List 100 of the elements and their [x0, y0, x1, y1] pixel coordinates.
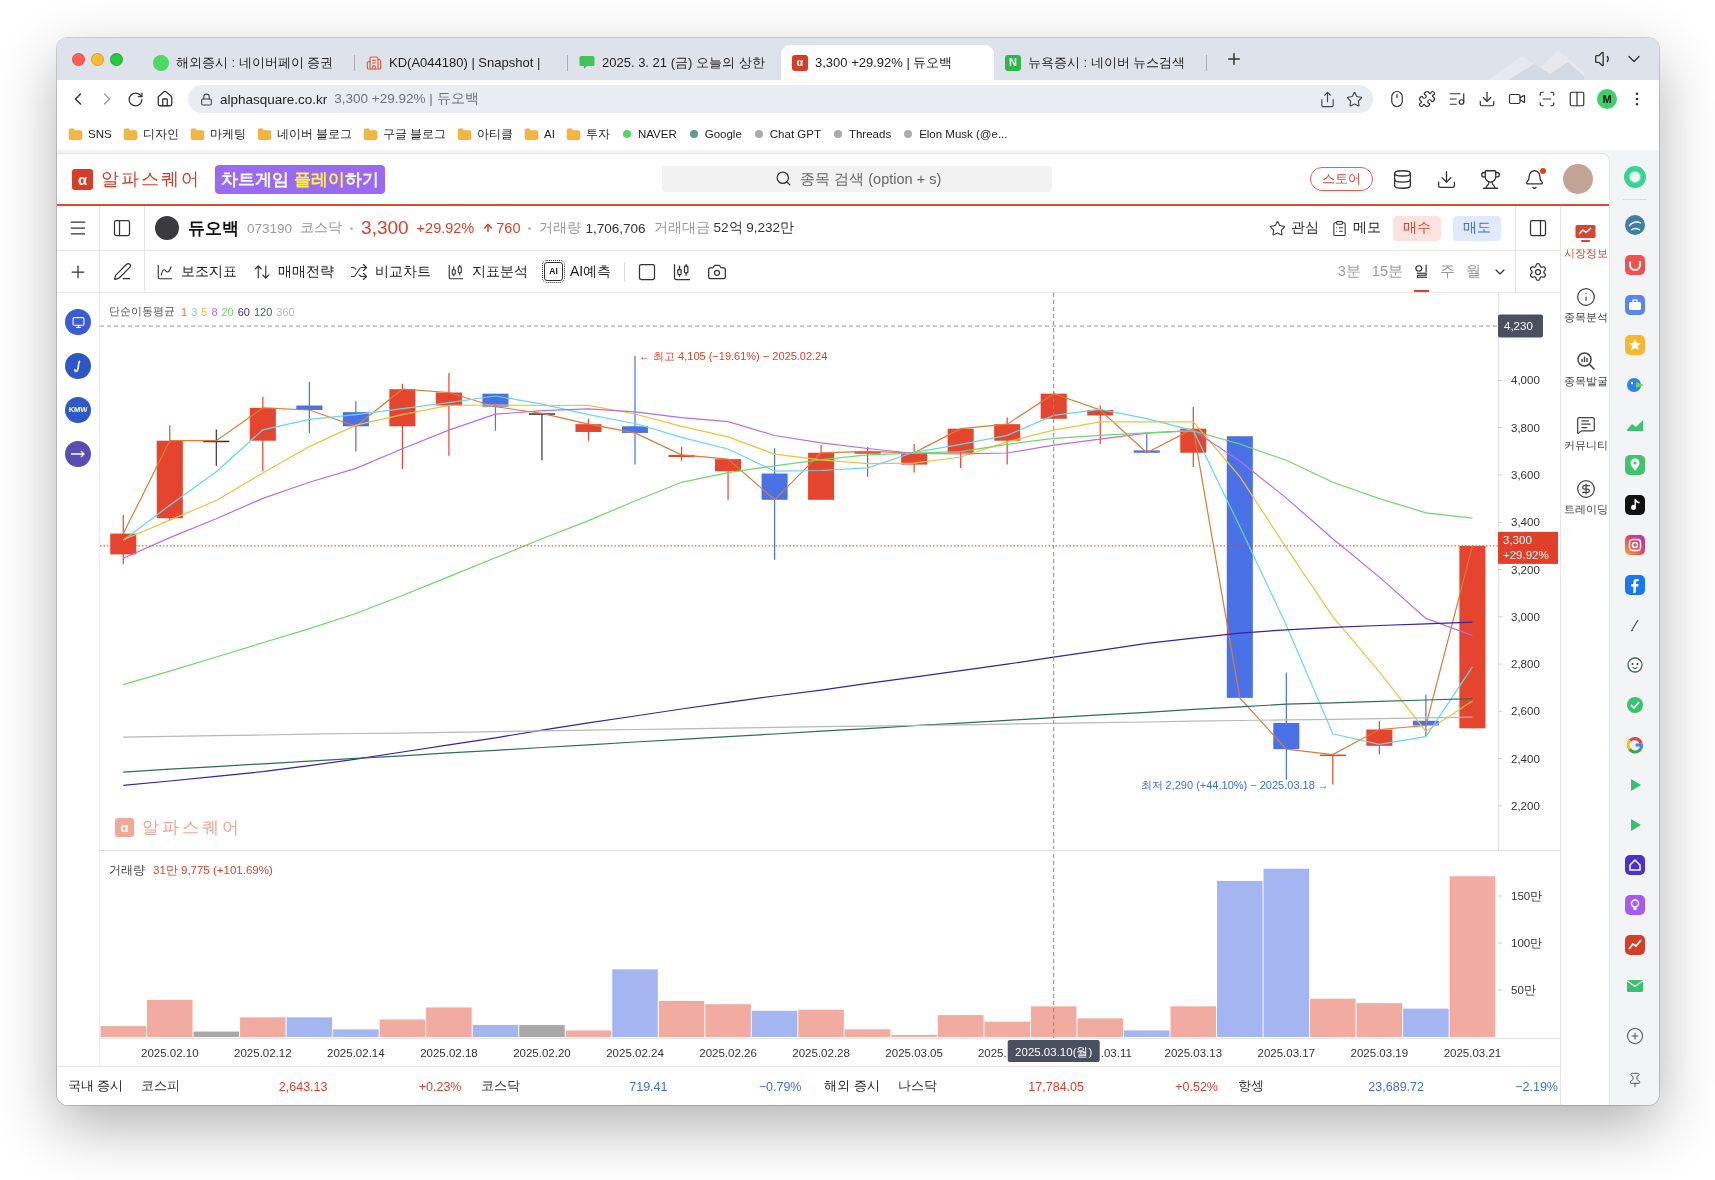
stock-price: 3,300 — [361, 217, 409, 239]
bookmark-star-icon[interactable] — [1346, 90, 1363, 108]
playlist-icon[interactable] — [1448, 90, 1466, 108]
side-menu-item[interactable]: 커뮤니티 — [1560, 402, 1611, 466]
chat-bubble-icon — [1575, 415, 1596, 435]
panel-right-icon[interactable] — [1528, 218, 1548, 238]
indicator-analysis-button[interactable]: 지표분석 — [447, 262, 528, 281]
watermark-text: 알파스퀘어 — [142, 817, 242, 839]
date-axis-label: 2025.02.10 — [141, 1046, 199, 1059]
side-menu-item[interactable]: 종목발굴 — [1560, 338, 1611, 402]
music-note-icon[interactable] — [1624, 495, 1645, 515]
bookmark-folder[interactable]: SNS — [68, 126, 112, 142]
chart-line-icon — [156, 262, 174, 281]
bookmark-folder[interactable]: 아티클 — [457, 126, 514, 142]
bookmark-link[interactable]: Chat GPT — [752, 128, 821, 140]
reload-icon[interactable] — [127, 90, 144, 108]
browser-tab[interactable]: N 뉴욕증시 : 네이버 뉴스검색 — [994, 45, 1207, 80]
browser-tab[interactable]: 2025. 3. 21 (금) 오늘의 상한 — [568, 45, 781, 80]
bookmark-folder[interactable]: 마케팅 — [189, 126, 246, 142]
chart-tile-icon[interactable] — [1624, 935, 1645, 955]
profile-button[interactable]: M — [1597, 89, 1617, 109]
bookmark-folder[interactable]: 투자 — [565, 126, 610, 142]
bookmark-link[interactable]: Elon Musk (@e... — [902, 128, 1008, 140]
address-field[interactable]: alphasquare.co.kr 3,300 +29.92% | 듀오백 — [188, 85, 1373, 113]
pen-icon[interactable] — [112, 262, 132, 281]
browser-tab[interactable]: KD(A044180) | Snapshot | — [355, 45, 568, 80]
period-tab[interactable]: 일 — [1414, 251, 1429, 292]
check-circle-icon[interactable] — [1624, 695, 1645, 715]
side-menu-item[interactable]: 트레이딩 — [1560, 466, 1611, 530]
download-icon[interactable] — [1478, 90, 1496, 108]
trophy-icon[interactable] — [1479, 168, 1501, 190]
trade-amount-label: 거래대금 — [653, 219, 710, 237]
index-change: −0.79% — [757, 1079, 802, 1094]
window-close-button[interactable] — [72, 52, 85, 66]
rectangle-tool-icon[interactable] — [637, 261, 658, 282]
bookmark-link[interactable]: NAVER — [620, 128, 677, 140]
new-tab-icon[interactable] — [1225, 50, 1243, 68]
index-name: 코스피 — [141, 1078, 182, 1095]
add-icon[interactable] — [1625, 1027, 1644, 1045]
date-axis-label: 2025.02.26 — [699, 1046, 757, 1059]
monitor-logo-icon[interactable] — [65, 309, 91, 335]
extensions-icon[interactable] — [1418, 90, 1436, 108]
date-axis-label: .03.11 — [1100, 1046, 1132, 1059]
watchlist-button[interactable]: 관심 — [1269, 219, 1319, 237]
crosshair-price-label: 4,230 — [1498, 314, 1543, 338]
sell-button[interactable]: 매도 — [1453, 215, 1501, 241]
mouse-icon[interactable] — [1388, 90, 1406, 108]
download-icon[interactable] — [1435, 168, 1457, 190]
bookmark-folder[interactable]: 구글 블로그 — [362, 126, 447, 142]
cartoon-face-icon[interactable] — [1624, 655, 1645, 675]
browser-tab[interactable]: 해외증시 : 네이버페이 증권 — [142, 45, 355, 80]
company-logo-icon — [155, 216, 179, 240]
candlestick — [947, 428, 974, 469]
u-shape-tile-icon[interactable] — [1624, 255, 1645, 275]
chart-monitor-icon — [1575, 223, 1596, 243]
market-name: 코스닥 — [300, 219, 343, 237]
globe-icon[interactable] — [1624, 215, 1645, 235]
bookmark-folder[interactable]: 디자인 — [122, 126, 179, 142]
folder-icon — [362, 126, 378, 142]
trading-strategy-button[interactable]: 매매전략 — [253, 262, 334, 281]
browser-tab[interactable]: α 3,300 +29.92% | 듀오백 — [781, 45, 994, 80]
candlestick — [1087, 404, 1114, 445]
briefcase-icon[interactable] — [1624, 295, 1645, 315]
bookmark-folder[interactable]: AI — [524, 126, 555, 142]
high-price-note: ← 최고 4,105 (−19.61%) − 2025.02.24 — [639, 350, 828, 363]
candlestick — [668, 446, 695, 462]
split-view-icon[interactable] — [1568, 90, 1586, 108]
low-price-note: 최저 2,290 (+44.10%) − 2025.03.18 → — [1140, 779, 1329, 792]
logo-mark[interactable]: α — [72, 168, 93, 190]
side-menu-item[interactable]: 종목분석 — [1560, 274, 1611, 338]
notification-bell-icon[interactable] — [1523, 168, 1545, 190]
bookmark-link[interactable]: Threads — [831, 128, 892, 140]
compare-chart-button[interactable]: 비교차트 — [350, 262, 431, 281]
side-menu-item[interactable]: 시장정보 — [1560, 210, 1611, 274]
candlestick-icon[interactable] — [672, 261, 693, 282]
ref-line-label: 3,300 — [1503, 533, 1532, 546]
folder-icon — [457, 126, 473, 142]
database-icon[interactable] — [1391, 168, 1413, 190]
buy-button[interactable]: 매수 — [1393, 215, 1441, 241]
settings-icon[interactable] — [1528, 261, 1548, 282]
ma-period-label: 5 — [201, 305, 208, 318]
panel-left-icon[interactable] — [112, 218, 132, 238]
swoosh-logo-icon[interactable] — [65, 353, 91, 379]
g-logo-icon[interactable] — [1624, 735, 1645, 755]
bookmark-folder[interactable]: 네이버 블로그 — [256, 126, 352, 142]
indicators-button[interactable]: 보조지표 — [156, 262, 237, 281]
arrow-logo-icon[interactable] — [65, 441, 91, 467]
ai-forecast-button[interactable]: AI AI예측 — [544, 262, 612, 281]
chart-game-button[interactable]: 차트게임 플레이하기 — [215, 164, 385, 194]
house-tile-icon[interactable] — [1624, 855, 1645, 875]
screenshot-icon[interactable] — [1538, 90, 1556, 108]
search-field[interactable]: 종목 검색 (option + s) — [661, 166, 1052, 192]
bookmark-link[interactable]: Google — [687, 128, 742, 140]
home-icon[interactable] — [155, 90, 174, 108]
bird-icon[interactable] — [1624, 375, 1645, 395]
bulb-icon[interactable] — [1624, 895, 1645, 915]
memo-button[interactable]: 메모 — [1331, 219, 1381, 237]
f-logo-icon[interactable] — [1624, 575, 1645, 595]
share-icon[interactable] — [1319, 90, 1336, 108]
brand-name[interactable]: 알파스퀘어 — [101, 167, 201, 191]
